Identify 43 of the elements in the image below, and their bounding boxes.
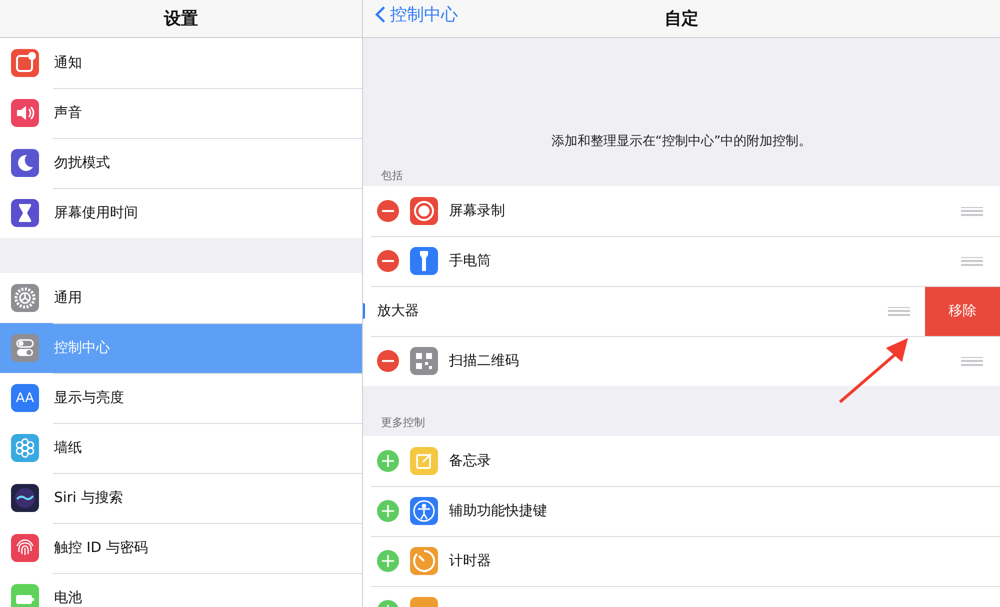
control-label: 放大器 xyxy=(377,302,419,320)
sidebar-label: Siri 与搜索 xyxy=(54,489,123,507)
control-row[interactable]: 备忘录 xyxy=(363,436,1000,486)
sidebar-item[interactable]: 通知 xyxy=(0,38,362,88)
sidebar-label: 声音 xyxy=(54,104,82,122)
sidebar-item[interactable]: 屏幕使用时间 xyxy=(0,188,362,238)
sidebar-item[interactable]: 通用 xyxy=(0,273,362,323)
control-label: 备忘录 xyxy=(449,452,491,470)
sidebar-label: 通用 xyxy=(54,289,82,307)
sidebar-item[interactable]: 声音 xyxy=(0,88,362,138)
sidebar-label: 控制中心 xyxy=(54,339,110,357)
sidebar-label: 屏幕使用时间 xyxy=(54,204,138,222)
sidebar-item[interactable]: 触控 ID 与密码 xyxy=(0,523,362,573)
sidebar-label: 显示与亮度 xyxy=(54,389,124,407)
back-button[interactable]: 控制中心 xyxy=(375,3,458,26)
control-label: 扫描二维码 xyxy=(449,352,519,370)
sidebar-item[interactable]: AA 显示与亮度 xyxy=(0,373,362,423)
control-label: 手电筒 xyxy=(449,252,491,270)
control-row[interactable]: 辅助功能快捷键 xyxy=(363,486,1000,536)
sidebar-item[interactable]: 电池 xyxy=(0,573,362,607)
sidebar-item[interactable]: 墙纸 xyxy=(0,423,362,473)
sidebar-label: 电池 xyxy=(54,589,82,607)
control-row[interactable]: 计时器 xyxy=(363,536,1000,586)
control-label: 辅助功能快捷键 xyxy=(449,502,547,520)
sidebar-title: 设置 xyxy=(164,8,198,30)
sidebar-label: 通知 xyxy=(54,54,82,72)
remove-button[interactable]: 移除 xyxy=(925,286,1000,336)
page-title: 自定 xyxy=(664,8,698,30)
text-icon: AA xyxy=(11,384,39,412)
swiped-row[interactable]: 放大器 移除 xyxy=(363,286,1000,336)
control-row[interactable]: 手电筒 xyxy=(363,236,1000,286)
description-text: 添加和整理显示在“控制中心”中的附加控制。 xyxy=(551,133,812,150)
section-header: 包括 xyxy=(381,169,403,182)
control-label: 屏幕录制 xyxy=(449,202,505,220)
control-row[interactable]: 屏幕录制 xyxy=(363,186,1000,236)
section-header: 更多控制 xyxy=(381,415,425,430)
sidebar-label: 勿扰模式 xyxy=(54,154,110,172)
sidebar-item[interactable]: Siri 与搜索 xyxy=(0,473,362,523)
sidebar-item[interactable]: 勿扰模式 xyxy=(0,138,362,188)
sidebar-label: 墙纸 xyxy=(54,439,82,457)
sidebar-label: 触控 ID 与密码 xyxy=(54,539,148,557)
control-label: 计时器 xyxy=(449,552,491,570)
control-row[interactable]: 扫描二维码 xyxy=(363,336,1000,386)
